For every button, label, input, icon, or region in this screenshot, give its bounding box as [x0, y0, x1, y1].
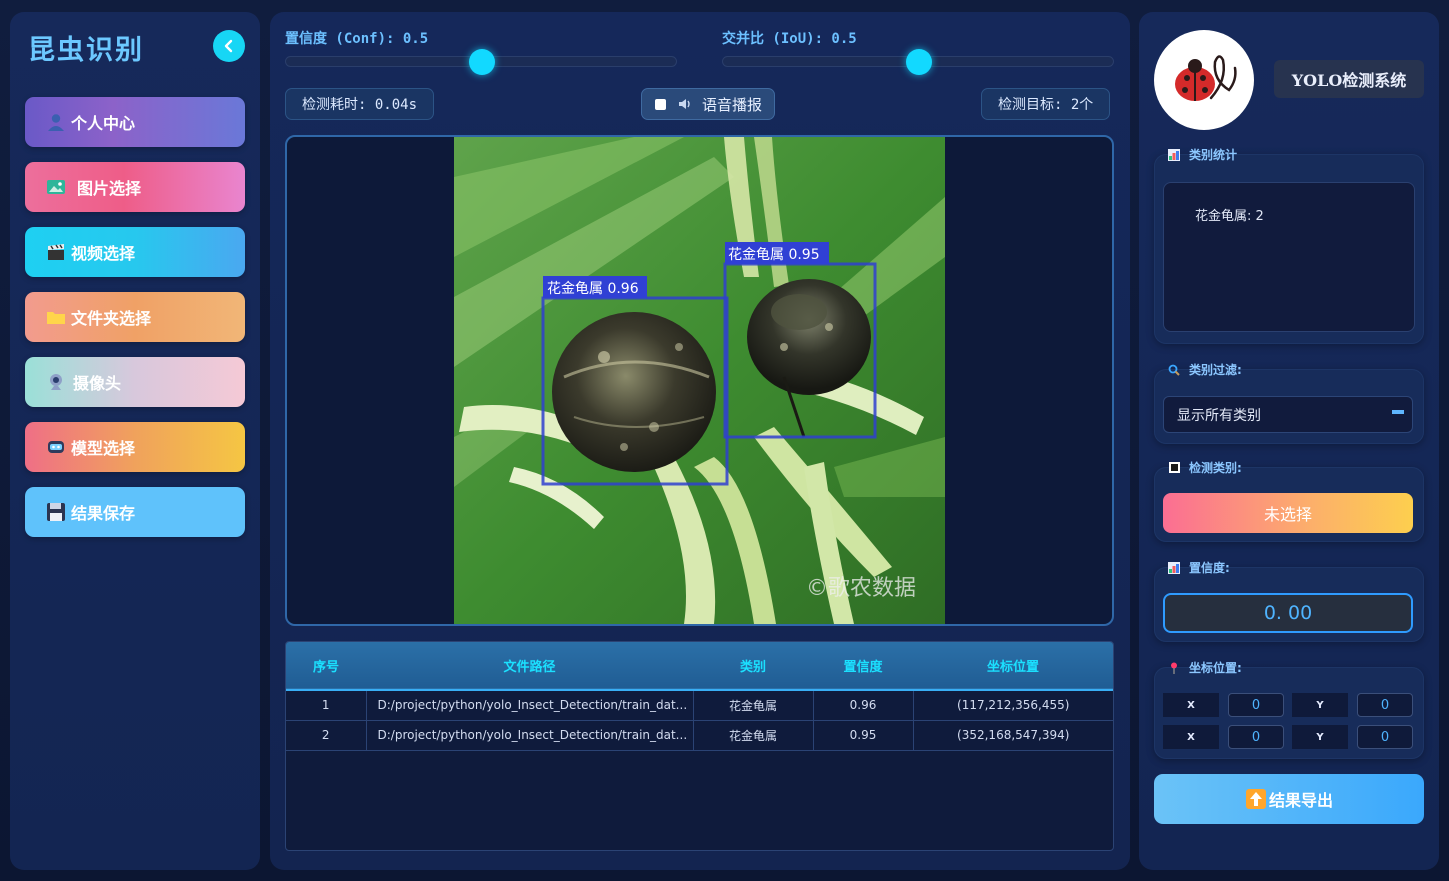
table-header-row: 序号 文件路径 类别 置信度 坐标位置	[286, 642, 1113, 690]
table-row[interactable]: 1 D:/project/python/yolo_Insect_Detectio…	[286, 690, 1113, 720]
y2-value: 0	[1357, 725, 1413, 749]
stats-title: 类别统计	[1168, 146, 1237, 163]
cell-confidence: 0.95	[813, 720, 914, 750]
ladybug-logo	[1154, 30, 1254, 130]
x2-label: X	[1163, 725, 1219, 749]
table-row[interactable]: 2 D:/project/python/yolo_Insect_Detectio…	[286, 720, 1113, 750]
nav-save-results-button[interactable]: 结果保存	[25, 487, 245, 537]
detected-class-button[interactable]: 未选择	[1163, 493, 1413, 533]
nav-folder-select-button[interactable]: 文件夹选择	[25, 292, 245, 342]
app-window: 昆虫识别 个人中心 图片选择 视频选择 文件夹选择 摄像头 模型选择 结果保存 …	[0, 0, 1449, 881]
nav-label: 文件夹选择	[71, 309, 152, 328]
column-header-confidence[interactable]: 置信度	[813, 642, 913, 690]
pin-icon	[1168, 662, 1180, 674]
image-icon	[45, 176, 67, 198]
detection-time: 检测耗时: 0.04s	[285, 88, 435, 120]
nav-webcam-button[interactable]: 摄像头	[25, 357, 245, 407]
confidence-title: 置信度:	[1168, 559, 1230, 576]
coords-title: 坐标位置:	[1168, 659, 1242, 676]
nav-video-select-button[interactable]: 视频选择	[25, 227, 245, 277]
detection-image: 花金龟属 0.96 花金龟属 0.95 ©歌农数据	[454, 137, 945, 624]
collapse-sidebar-button[interactable]	[213, 30, 245, 62]
webcam-icon	[45, 371, 67, 393]
conf-slider[interactable]	[285, 49, 677, 75]
column-header-coords[interactable]: 坐标位置	[913, 642, 1113, 690]
x2-value: 0	[1228, 725, 1284, 749]
nav-model-select-button[interactable]: 模型选择	[25, 422, 245, 472]
app-title: 昆虫识别	[28, 35, 144, 66]
ladybug-icon	[1175, 55, 1237, 101]
nav-image-select-button[interactable]: 图片选择	[25, 162, 245, 212]
user-icon	[45, 111, 67, 133]
column-header-index[interactable]: 序号	[286, 642, 366, 690]
stats-box: 花金龟属: 2	[1163, 182, 1415, 332]
nav-label: 视频选择	[71, 244, 136, 263]
detected-class-title: 检测类别:	[1168, 459, 1242, 476]
detection-target-count: 检测目标: 2个	[981, 88, 1111, 120]
cell-confidence: 0.96	[813, 690, 914, 720]
class-filter-select[interactable]: 显示所有类别	[1163, 396, 1413, 433]
conf-slider-label: 置信度 (Conf): 0.5	[285, 31, 429, 47]
magnifier-icon	[1168, 364, 1180, 376]
folder-icon	[45, 306, 67, 328]
dropdown-arrow-icon	[1392, 410, 1404, 414]
voice-checkbox[interactable]	[655, 98, 666, 110]
export-results-button[interactable]: 结果导出	[1154, 774, 1424, 824]
chevron-left-icon	[224, 39, 233, 53]
nav-label: 摄像头	[73, 374, 122, 393]
bar-chart-icon	[1168, 561, 1180, 574]
y1-value: 0	[1357, 693, 1413, 717]
checkbox-icon	[1168, 462, 1180, 474]
cell-coords: (352,168,547,394)	[957, 728, 1070, 742]
filter-title: 类别过滤:	[1168, 361, 1242, 378]
cell-category: 花金龟属	[693, 690, 814, 720]
confidence-display: 0. 00	[1163, 593, 1413, 633]
cell-category: 花金龟属	[693, 720, 814, 750]
cell-coords: (117,212,356,455)	[957, 698, 1070, 713]
conf-slider-handle[interactable]	[469, 49, 495, 75]
x1-label: X	[1163, 693, 1219, 717]
iou-slider-label: 交并比 (IoU): 0.5	[722, 31, 857, 47]
robot-icon	[45, 436, 67, 458]
detection-label-2: 花金龟属 0.95	[728, 247, 820, 263]
system-title: YOLO检测系统	[1274, 60, 1424, 98]
cell-index: 1	[286, 690, 367, 720]
sidebar: 昆虫识别 个人中心 图片选择 视频选择 文件夹选择 摄像头 模型选择 结果保存	[10, 12, 260, 870]
image-watermark: ©歌农数据	[806, 576, 916, 601]
results-table: 序号 文件路径 类别 置信度 坐标位置 1 D:/project/python/…	[285, 641, 1114, 851]
column-header-category[interactable]: 类别	[693, 642, 813, 690]
bar-chart-icon	[1168, 148, 1180, 161]
floppy-icon	[45, 501, 67, 523]
main-panel: 置信度 (Conf): 0.5 交并比 (IoU): 0.5 检测耗时: 0.0…	[270, 12, 1130, 870]
detection-label-1: 花金龟属 0.96	[547, 281, 639, 297]
right-panel: YOLO检测系统 类别统计 花金龟属: 2 类别过滤: 显示所有类别 检测类别:…	[1139, 12, 1439, 870]
nav-label: 结果保存	[71, 504, 136, 523]
column-header-path[interactable]: 文件路径	[366, 642, 693, 690]
iou-slider[interactable]	[722, 49, 1114, 75]
cell-path: D:/project/python/yolo_Insect_Detection/…	[366, 690, 694, 720]
nav-personal-center-button[interactable]: 个人中心	[25, 97, 245, 147]
up-arrow-icon	[1245, 788, 1267, 810]
clapper-icon	[45, 241, 67, 263]
iou-slider-handle[interactable]	[906, 49, 932, 75]
cell-index: 2	[286, 720, 367, 750]
y2-label: Y	[1292, 725, 1348, 749]
speaker-icon	[678, 98, 694, 110]
x1-value: 0	[1228, 693, 1284, 717]
voice-label: 语音播报	[702, 95, 763, 114]
nav-label: 模型选择	[71, 439, 136, 458]
cell-path: D:/project/python/yolo_Insect_Detection/…	[366, 720, 694, 750]
y1-label: Y	[1292, 693, 1348, 717]
voice-broadcast-toggle[interactable]: 语音播报	[641, 88, 775, 120]
image-display: 花金龟属 0.96 花金龟属 0.95 ©歌农数据	[285, 135, 1114, 626]
nav-label: 图片选择	[77, 179, 142, 198]
nav-label: 个人中心	[71, 114, 136, 133]
